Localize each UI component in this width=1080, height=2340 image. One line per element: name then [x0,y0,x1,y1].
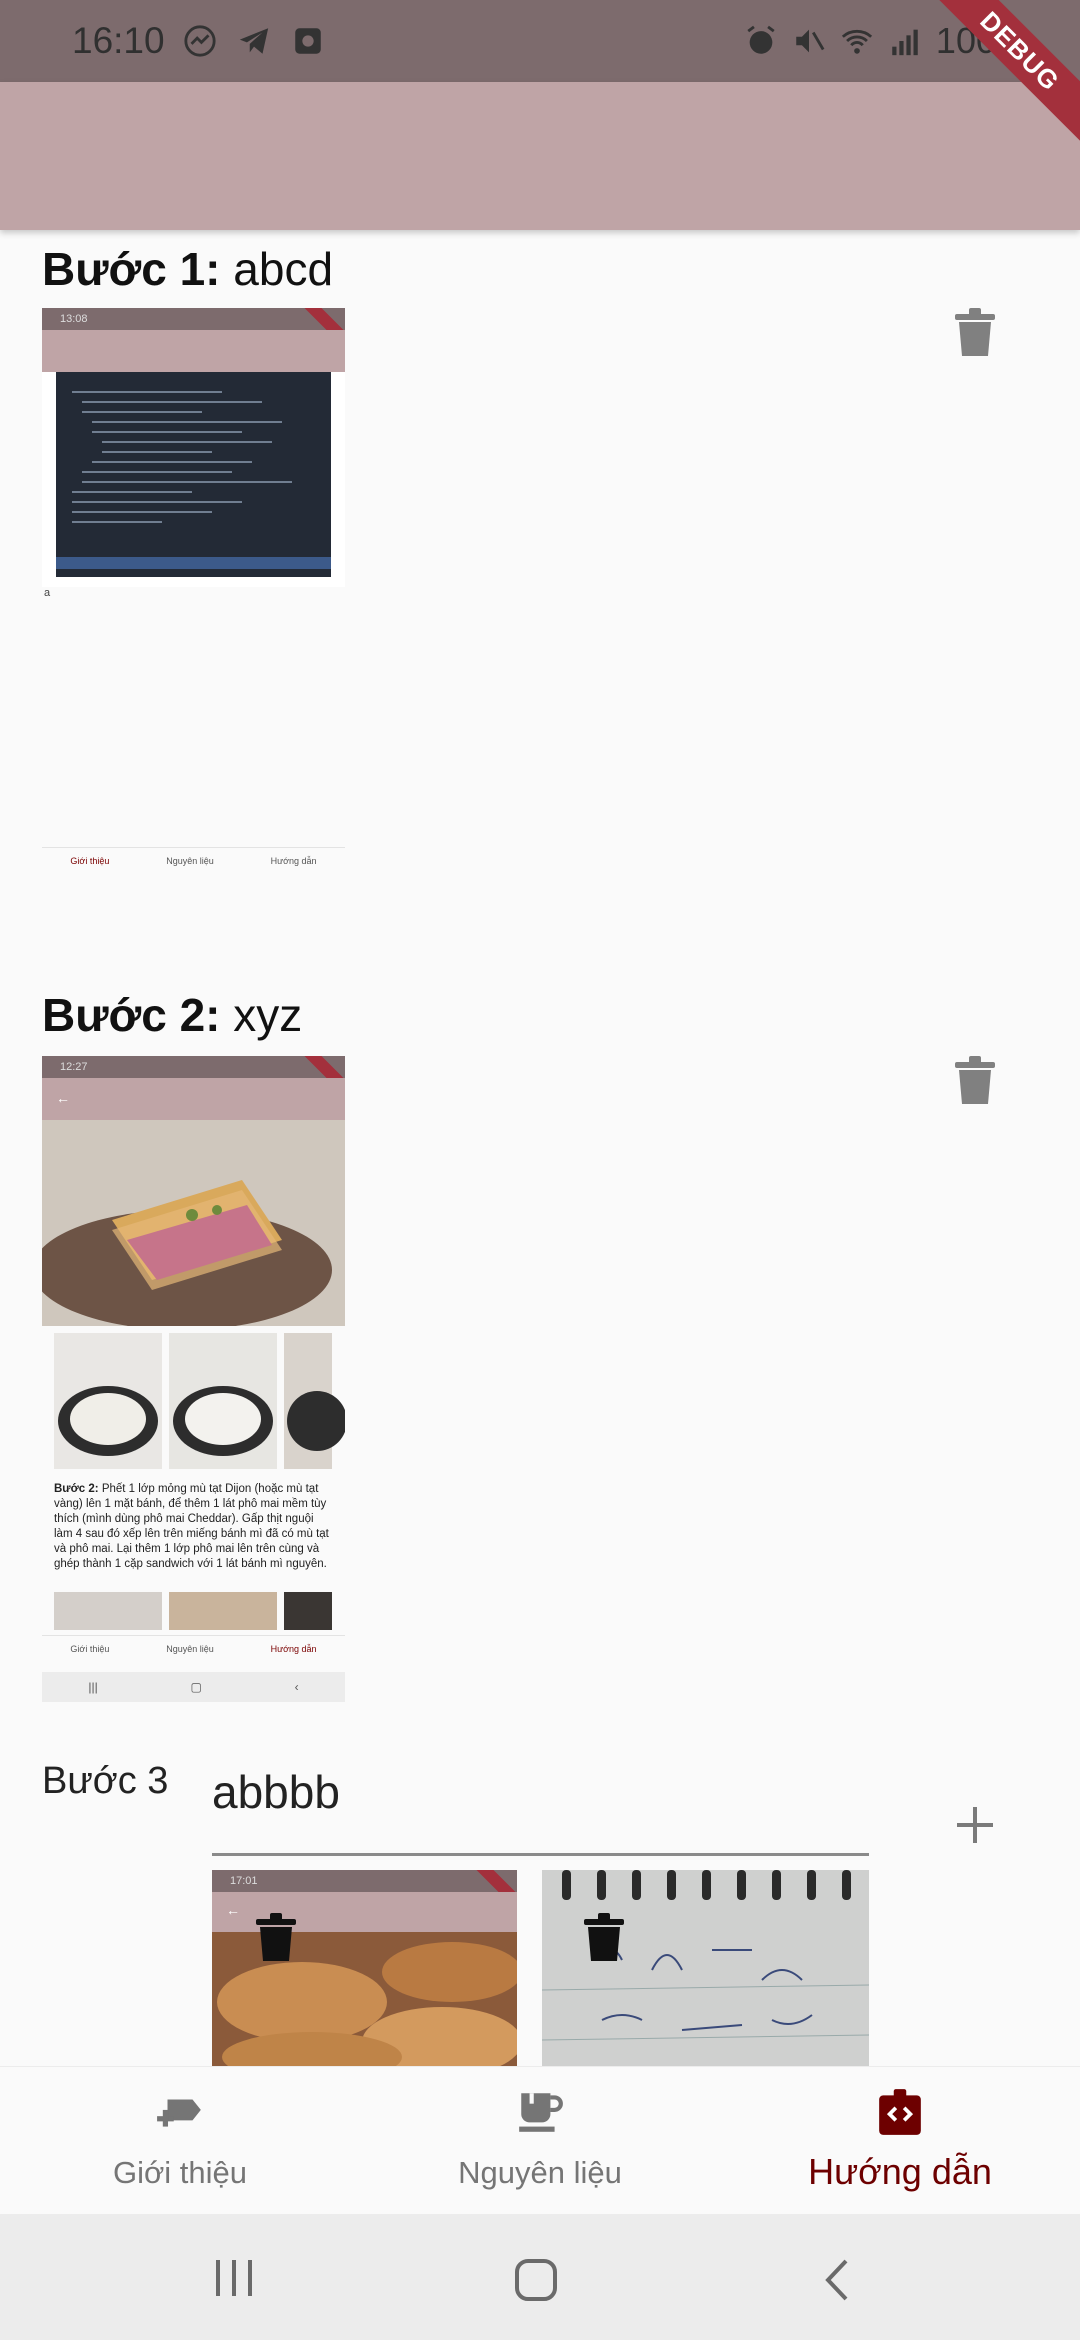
step-3-label: Bước 3 [42,1760,169,1802]
messenger-icon [184,25,216,57]
step-1-thumb-caption: a [42,587,345,847]
mini-back-icon: ← [56,1090,70,1106]
more-photos-strip [54,1592,332,1630]
telegram-icon [239,28,269,54]
coffee-cup-icon [519,2093,563,2132]
delete-image-2-icon[interactable] [584,1913,624,1961]
recent-apps-icon[interactable] [214,2258,254,2298]
step-1-text: abcd [233,243,334,295]
mini-status-bar: 17:01 [212,1870,517,1915]
mini-status-bar: 13:08 [42,308,345,353]
mini-system-nav: ||| ▢ ‹ [42,1672,345,1702]
mute-icon [796,29,825,53]
mini-status-bar: 12:27 [42,1056,345,1101]
wifi-icon [841,29,873,54]
cooking-steps-photos [42,1331,345,1471]
nav-gioi-thieu[interactable]: Giới thiệu [0,2067,360,2215]
step-1-label: Bước 1: [42,243,221,295]
bottom-navigation: Giới thiệu Nguyên liệu Hướng dẫn [0,2066,1080,2215]
step-2-thumb-text: Bước 2: Phết 1 lớp mỏng mù tạt Dijon (ho… [54,1483,329,1570]
back-icon[interactable] [822,2258,852,2302]
nav-huong-dan[interactable]: Hướng dẫn [720,2067,1080,2215]
mini-app-bar [42,330,345,372]
step-1-image[interactable]: 13:08 a Giới thiệu Nguyên liệu Hướng dẫn [42,308,345,873]
screen-record-icon [295,28,321,54]
mini-back-icon: ← [226,1902,240,1918]
delete-image-1-icon[interactable] [256,1913,296,1961]
app-bar [0,82,1080,230]
step-2-image[interactable]: 12:27 ← Bước 2: Phết 1 lớp mỏng mù tạt D… [42,1056,345,1717]
alarm-icon [747,25,775,54]
guide-icon [879,2089,921,2135]
nav-nguyen-lieu[interactable]: Nguyên liệu [360,2067,720,2215]
home-icon[interactable] [514,2258,558,2302]
steps-list[interactable]: Bước 1: abcd 13:08 a Giới thiệu Nguyên l… [0,230,1080,2066]
step-2-title: Bước 2: xyz [42,988,302,1042]
mini-bottom-nav: Giới thiệu Nguyên liệu Hướng dẫn [42,1635,345,1672]
delete-step-1-icon[interactable] [955,308,995,356]
signal-icon [892,29,918,56]
delete-step-2-icon[interactable] [955,1056,995,1104]
notebook-photo [542,1870,869,2066]
status-bar: 16:10 100% [0,0,1080,82]
step-3-input-underline [212,1853,869,1856]
status-time: 16:10 [72,20,165,61]
step-3-image-1[interactable]: 17:01 ← [212,1870,517,2066]
code-photo-graphic [42,372,345,587]
step-1-title: Bước 1: abcd [42,242,333,296]
step-3-input[interactable]: abbbb [212,1765,340,1819]
step-3-image-2[interactable] [542,1870,869,2066]
step-2-text: xyz [233,989,303,1041]
sandwich-photo [42,1120,345,1330]
code-screen-photo [42,372,345,587]
step-2-label: Bước 2: [42,989,221,1041]
mini-app-bar: ← [42,1078,345,1120]
mini-bottom-nav: Giới thiệu Nguyên liệu Hướng dẫn [42,847,345,873]
add-image-icon[interactable] [955,1805,995,1845]
intro-icon [157,2099,201,2127]
system-navigation-bar [0,2214,1080,2340]
